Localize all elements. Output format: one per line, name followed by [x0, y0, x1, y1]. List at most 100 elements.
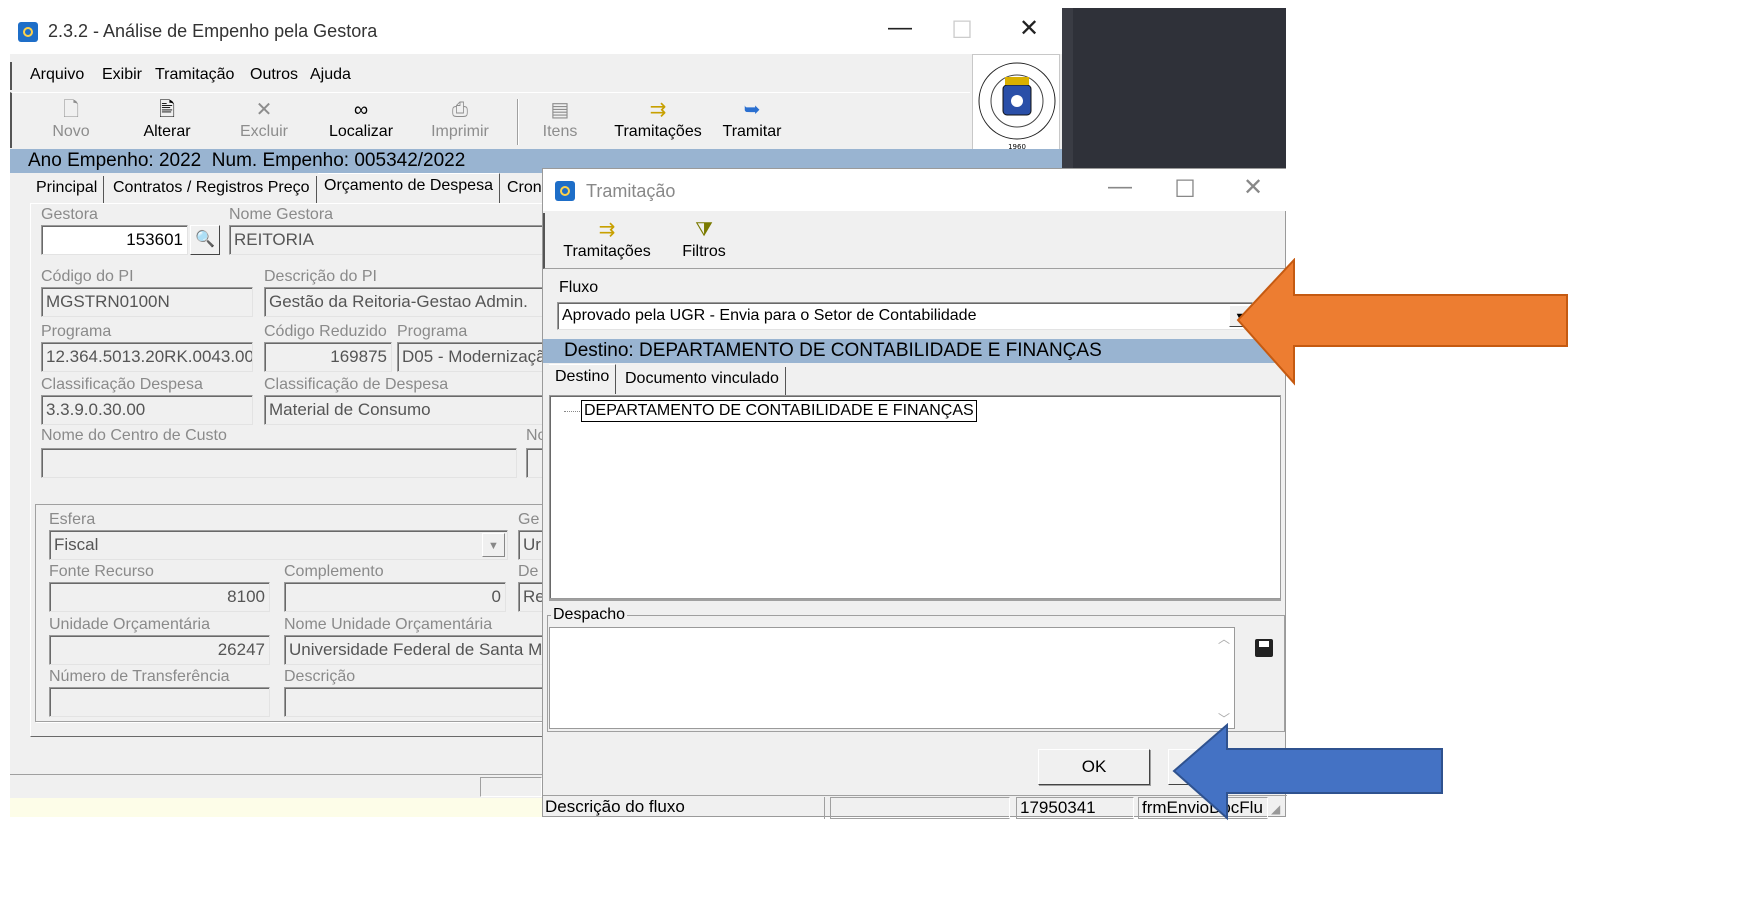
- orange-annotation-arrow: [1236, 258, 1568, 386]
- university-seal-logo: 1960: [972, 54, 1060, 152]
- classificacao-desc-field: Material de Consumo: [264, 395, 549, 425]
- destino-tree-panel: DEPARTAMENTO DE CONTABILIDADE E FINANÇAS: [549, 395, 1281, 599]
- menu-bar: Arquivo Exibir Tramitação Outros Ajuda: [10, 62, 970, 90]
- filter-icon: ⧩: [695, 219, 713, 241]
- codigo-pi-label: Código do PI: [41, 268, 134, 285]
- status-pane-2: [830, 797, 1010, 819]
- descricao-label: Descrição: [284, 668, 356, 685]
- despacho-label: Despacho: [551, 606, 628, 624]
- dialog-filtros-button[interactable]: ⧩ Filtros: [671, 217, 737, 261]
- app-logo-icon: [18, 22, 38, 42]
- desktop-background-edge: [1062, 8, 1073, 168]
- status-descricao-fluxo: Descrição do fluxo: [543, 797, 825, 819]
- gestora-input[interactable]: 153601: [41, 225, 188, 255]
- programa2-label: Programa: [397, 323, 468, 340]
- dialog-minimize-button[interactable]: —: [1105, 173, 1135, 201]
- fluxo-select[interactable]: Aprovado pela UGR - Envia para o Setor d…: [557, 302, 1253, 330]
- codigo-pi-field: MGSTRN0100N: [41, 287, 253, 317]
- magnifier-icon: 🔍: [195, 231, 215, 248]
- despacho-scrollbar[interactable]: ︿ ﹀: [1215, 628, 1234, 728]
- nome-unidade-field: Universidade Federal de Santa Maria: [284, 635, 549, 665]
- ok-button[interactable]: OK: [1038, 749, 1150, 785]
- fluxo-label: Fluxo: [559, 279, 599, 296]
- despacho-textarea[interactable]: [549, 627, 1235, 729]
- routing-icon: ⇉: [598, 219, 616, 241]
- descricao-pi-label: Descrição do PI: [264, 268, 377, 285]
- main-title-bar: 2.3.2 - Análise de Empenho pela Gestora …: [10, 8, 1062, 54]
- tab-orcamento[interactable]: Orçamento de Despesa: [318, 173, 500, 204]
- esfera-select[interactable]: Fiscal: [49, 530, 508, 560]
- dialog-title: Tramitação: [586, 181, 676, 201]
- menu-ajuda[interactable]: Ajuda: [310, 66, 351, 84]
- main-window-title: 2.3.2 - Análise de Empenho pela Gestora: [48, 21, 378, 41]
- main-toolbar: 🗋 Novo 🖹 Alterar ✕ Excluir ∞ Localizar ⎙ Impr…: [10, 92, 970, 148]
- status-id: 17950341: [1016, 797, 1134, 819]
- tree-connector: [564, 411, 580, 412]
- menu-arquivo[interactable]: Arquivo: [30, 66, 84, 84]
- menu-tramitacao[interactable]: Tramitação: [155, 66, 234, 84]
- gestora-label: Gestora: [41, 206, 98, 223]
- desktop-background: [1073, 8, 1286, 168]
- tab-cron[interactable]: Cron: [501, 176, 548, 204]
- dialog-maximize-button[interactable]: ☐: [1170, 175, 1200, 204]
- de-label: De: [518, 563, 539, 580]
- menu-outros[interactable]: Outros: [250, 66, 298, 84]
- tramitacao-dialog: Tramitação — ☐ ✕ ⇉ Tramitações ⧩ Filtros F…: [542, 168, 1287, 819]
- fonte-label: Fonte Recurso: [49, 563, 154, 580]
- nome-unidade-label: Nome Unidade Orçamentária: [284, 616, 493, 633]
- unidade-label: Unidade Orçamentária: [49, 616, 210, 633]
- items-icon: ▤: [550, 99, 570, 121]
- tramitar-button[interactable]: ➥ Tramitar: [714, 97, 790, 141]
- codigo-reduzido-field: 169875: [264, 342, 392, 372]
- main-window-lower-strip: [10, 798, 542, 817]
- imprimir-button[interactable]: ⎙ Imprimir: [417, 97, 503, 141]
- programa-label: Programa: [41, 323, 112, 340]
- excluir-button[interactable]: ✕ Excluir: [227, 97, 301, 141]
- unidade-field: 26247: [49, 635, 270, 665]
- new-document-icon: 🗋: [62, 99, 80, 121]
- dialog-close-button[interactable]: ✕: [1238, 173, 1268, 202]
- scroll-up-icon: ︿: [1218, 632, 1231, 646]
- descricao-pi-field: Gestão da Reitoria-Gestao Admin.: [264, 287, 549, 317]
- main-status-pane: [480, 777, 542, 797]
- novo-button[interactable]: 🗋 Novo: [36, 97, 106, 141]
- alterar-button[interactable]: 🖹 Alterar: [131, 97, 203, 141]
- close-button[interactable]: ✕: [1014, 14, 1044, 43]
- maximize-button[interactable]: ☐: [947, 16, 977, 45]
- complemento-label: Complemento: [284, 563, 384, 580]
- ge-label: Ge: [518, 511, 540, 528]
- binoculars-icon: ∞: [353, 99, 369, 121]
- menu-exibir[interactable]: Exibir: [102, 66, 142, 84]
- esfera-dropdown-button[interactable]: ▼: [482, 533, 505, 557]
- edit-document-icon: 🖹: [158, 99, 176, 121]
- fonte-field: 8100: [49, 582, 270, 612]
- tramitacoes-button[interactable]: ⇉ Tramitações: [608, 97, 708, 141]
- chevron-down-icon: ▼: [488, 540, 499, 552]
- routing-icon: ⇉: [649, 99, 667, 121]
- save-disk-icon[interactable]: [1255, 639, 1273, 657]
- complemento-field: 0: [284, 582, 506, 612]
- descricao-field: [284, 687, 549, 717]
- tab-documento-vinculado[interactable]: Documento vinculado: [619, 367, 786, 395]
- tab-principal[interactable]: Principal: [30, 176, 105, 204]
- localizar-button[interactable]: ∞ Localizar: [317, 97, 405, 141]
- blue-annotation-arrow: [1172, 723, 1443, 821]
- tree-item-contabilidade[interactable]: DEPARTAMENTO DE CONTABILIDADE E FINANÇAS: [581, 400, 977, 422]
- itens-button[interactable]: ▤ Itens: [524, 97, 596, 141]
- centro-custo-field: [41, 448, 517, 478]
- classificacao-desc-label: Classificação de Despesa: [264, 376, 449, 393]
- tab-destino[interactable]: Destino: [549, 364, 617, 394]
- dialog-toolbar: ⇉ Tramitações ⧩ Filtros: [543, 213, 1287, 269]
- tab-contratos[interactable]: Contratos / Registros Preço: [107, 176, 317, 204]
- delete-x-icon: ✕: [255, 99, 273, 121]
- dialog-title-bar: Tramitação — ☐ ✕: [543, 169, 1287, 211]
- gestora-search-button[interactable]: 🔍: [190, 225, 220, 255]
- centro-custo-label: Nome do Centro de Custo: [41, 427, 227, 444]
- minimize-button[interactable]: —: [885, 14, 915, 42]
- esfera-label: Esfera: [49, 511, 96, 528]
- num-transferencia-field: [49, 687, 270, 717]
- nome-gestora-field: REITORIA: [229, 225, 549, 255]
- dialog-tramitacoes-button[interactable]: ⇉ Tramitações: [559, 217, 655, 261]
- classificacao-field: 3.3.9.0.30.00: [41, 395, 253, 425]
- codigo-reduzido-label: Código Reduzido: [264, 323, 387, 340]
